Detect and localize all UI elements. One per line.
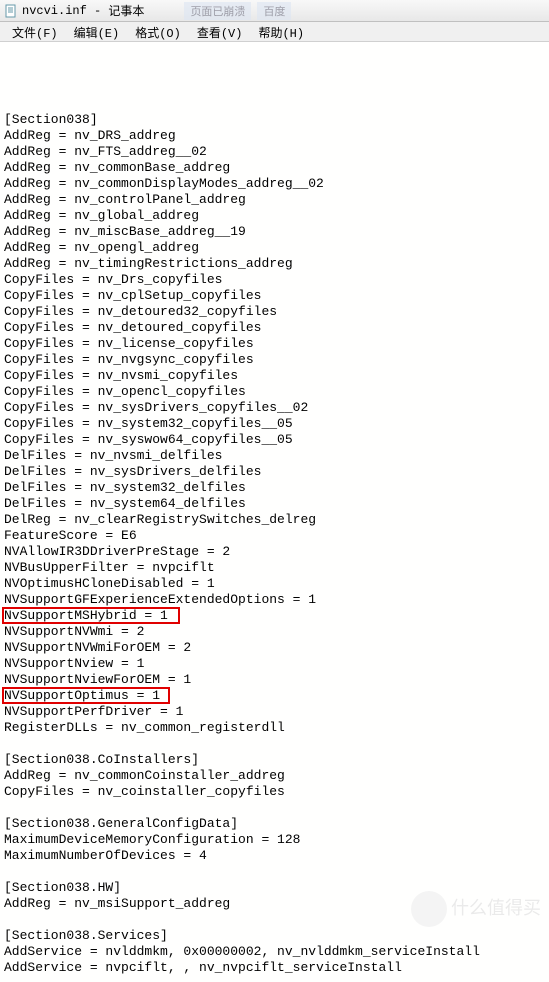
text-line: NVOptimusHCloneDisabled = 1 [4, 576, 545, 592]
text-line [4, 912, 545, 928]
text-line: NVSupportPerfDriver = 1 [4, 704, 545, 720]
text-line: AddReg = nv_commonDisplayModes_addreg__0… [4, 176, 545, 192]
text-line: NVSupportNview = 1 [4, 656, 545, 672]
text-line: AddReg = nv_commonCoinstaller_addreg [4, 768, 545, 784]
text-line: NVSupportNVWmiForOEM = 2 [4, 640, 545, 656]
text-line: NVSupportNviewForOEM = 1 [4, 672, 545, 688]
text-line [4, 864, 545, 880]
text-line: CopyFiles = nv_nvgsync_copyfiles [4, 352, 545, 368]
text-line: AddReg = nv_controlPanel_addreg [4, 192, 545, 208]
text-line: NVBusUpperFilter = nvpciflt [4, 560, 545, 576]
text-line: NVSupportOptimus = 1 [4, 688, 545, 704]
text-line: DelFiles = nv_sysDrivers_delfiles [4, 464, 545, 480]
text-line: AddReg = nv_commonBase_addreg [4, 160, 545, 176]
text-line: [Section038.GeneralConfigData] [4, 816, 545, 832]
background-tabs: 页面已崩溃 百度 [184, 2, 291, 20]
text-line: MaximumNumberOfDevices = 4 [4, 848, 545, 864]
notepad-icon [4, 4, 18, 18]
menu-edit[interactable]: 编辑(E) [66, 22, 128, 41]
menu-bar: 文件(F) 编辑(E) 格式(O) 查看(V) 帮助(H) [0, 22, 549, 42]
text-line: AddReg = nv_timingRestrictions_addreg [4, 256, 545, 272]
text-line: FeatureScore = E6 [4, 528, 545, 544]
menu-file[interactable]: 文件(F) [4, 22, 66, 41]
text-line: AddReg = nv_miscBase_addreg__19 [4, 224, 545, 240]
text-line: [Section038.HW] [4, 880, 545, 896]
text-line: [Section038.CoInstallers] [4, 752, 545, 768]
text-line: CopyFiles = nv_coinstaller_copyfiles [4, 784, 545, 800]
text-line: CopyFiles = nv_cplSetup_copyfiles [4, 288, 545, 304]
text-line [4, 736, 545, 752]
title-sep: - [87, 4, 109, 18]
text-line: AddService = nvpciflt, , nv_nvpciflt_ser… [4, 960, 545, 976]
text-line: CopyFiles = nv_opencl_copyfiles [4, 384, 545, 400]
menu-help[interactable]: 帮助(H) [250, 22, 312, 41]
text-line [4, 96, 545, 112]
text-line: AddReg = nv_opengl_addreg [4, 240, 545, 256]
text-line: CopyFiles = nv_detoured_copyfiles [4, 320, 545, 336]
text-line: NVSupportGFExperienceExtendedOptions = 1 [4, 592, 545, 608]
text-line: NVAllowIR3DDriverPreStage = 2 [4, 544, 545, 560]
text-line: NVSupportNVWmi = 2 [4, 624, 545, 640]
menu-format[interactable]: 格式(O) [127, 22, 189, 41]
text-line: AddReg = nv_DRS_addreg [4, 128, 545, 144]
text-line: [Section038] [4, 112, 545, 128]
bg-tab-2: 百度 [257, 2, 291, 20]
text-line: AddService = nvlddmkm, 0x00000002, nv_nv… [4, 944, 545, 960]
text-line: CopyFiles = nv_syswow64_copyfiles__05 [4, 432, 545, 448]
text-line: RegisterDLLs = nv_common_registerdll [4, 720, 545, 736]
text-line: CopyFiles = nv_nvsmi_copyfiles [4, 368, 545, 384]
text-line: AddReg = nv_msiSupport_addreg [4, 896, 545, 912]
text-line: CopyFiles = nv_license_copyfiles [4, 336, 545, 352]
bg-tab-1: 页面已崩溃 [184, 2, 251, 20]
title-filename: nvcvi.inf [22, 4, 87, 18]
title-appname: 记事本 [108, 2, 144, 19]
text-line: AddReg = nv_FTS_addreg__02 [4, 144, 545, 160]
text-line: DelFiles = nv_system32_delfiles [4, 480, 545, 496]
text-line: CopyFiles = nv_detoured32_copyfiles [4, 304, 545, 320]
text-line: NvSupportMSHybrid = 1 [4, 608, 545, 624]
text-line: DelReg = nv_clearRegistrySwitches_delreg [4, 512, 545, 528]
text-content-area[interactable]: [Section038]AddReg = nv_DRS_addregAddReg… [0, 42, 549, 982]
text-line: DelFiles = nv_nvsmi_delfiles [4, 448, 545, 464]
text-line: MaximumDeviceMemoryConfiguration = 128 [4, 832, 545, 848]
window-titlebar: nvcvi.inf - 记事本 页面已崩溃 百度 [0, 0, 549, 22]
menu-view[interactable]: 查看(V) [189, 22, 251, 41]
text-line [4, 800, 545, 816]
text-line: CopyFiles = nv_system32_copyfiles__05 [4, 416, 545, 432]
text-line: CopyFiles = nv_sysDrivers_copyfiles__02 [4, 400, 545, 416]
text-line: CopyFiles = nv_Drs_copyfiles [4, 272, 545, 288]
text-line: [Section038.Services] [4, 928, 545, 944]
text-line: DelFiles = nv_system64_delfiles [4, 496, 545, 512]
text-line: AddReg = nv_global_addreg [4, 208, 545, 224]
